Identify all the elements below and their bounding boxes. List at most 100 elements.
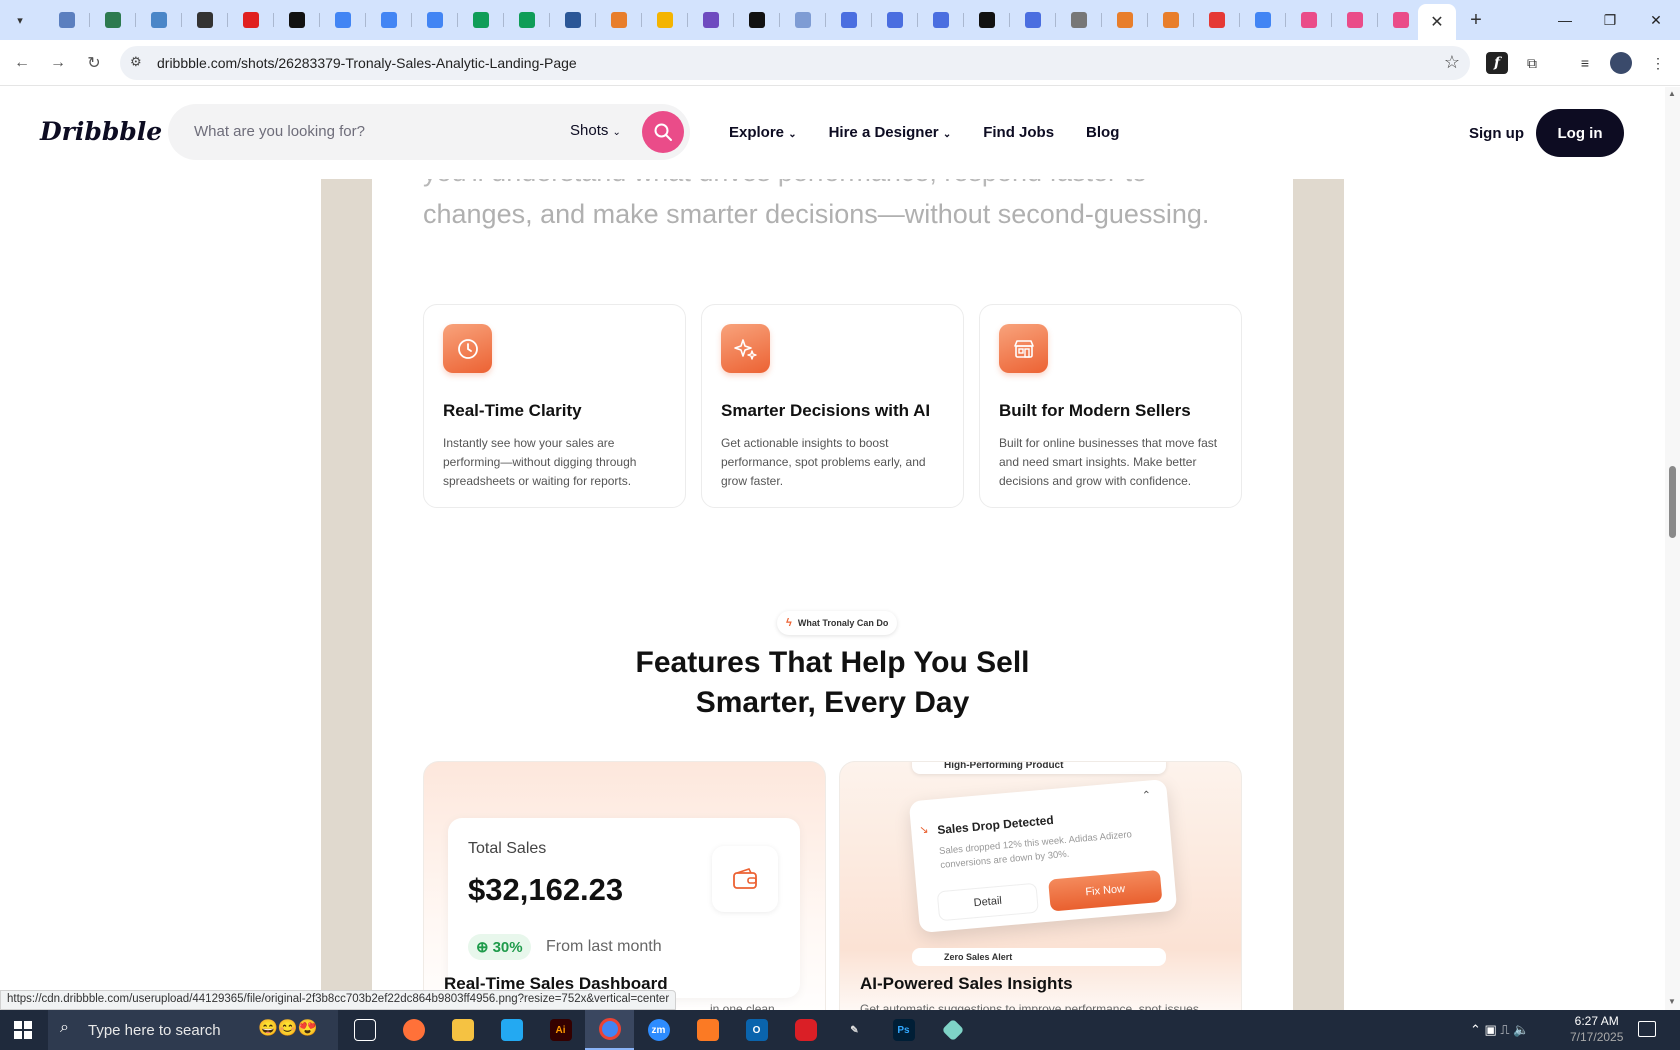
chrome-icon[interactable] [585, 1010, 634, 1050]
nav-explore[interactable]: Explore ⌄ [729, 124, 797, 141]
windows-start-icon[interactable] [14, 1021, 32, 1039]
sales-drop-alert: ⌃ ↘ Sales Drop Detected Sales dropped 12… [908, 779, 1178, 933]
browser-tab[interactable] [872, 8, 918, 32]
photoshop-icon[interactable]: Ps [879, 1010, 928, 1050]
scroll-down-icon[interactable]: ▼ [1668, 997, 1676, 1006]
app-diamond-icon[interactable] [928, 1010, 977, 1050]
browser-tab[interactable] [366, 8, 412, 32]
section-pill-label: What Tronaly Can Do [797, 618, 889, 628]
search-button[interactable] [642, 111, 684, 153]
log-in-button[interactable]: Log in [1536, 109, 1624, 157]
nav-explore-label: Explore [729, 124, 785, 141]
back-icon[interactable]: ← [11, 52, 33, 74]
xampp-icon[interactable] [683, 1010, 732, 1050]
kebab-menu-icon[interactable]: ⋮ [1647, 52, 1669, 74]
browser-tab[interactable] [1056, 8, 1102, 32]
outlook-icon[interactable]: O [732, 1010, 781, 1050]
features-heading: Features That Help You Sell Smarter, Eve… [372, 643, 1293, 723]
firefox-icon[interactable] [389, 1010, 438, 1050]
browser-tab[interactable] [136, 8, 182, 32]
clock[interactable]: 6:27 AM 7/17/2025 [1570, 1013, 1623, 1045]
media-controls-icon[interactable]: ≡ [1574, 52, 1596, 74]
tab-list [44, 8, 1424, 32]
scroll-up-icon[interactable]: ▲ [1668, 89, 1676, 98]
zoom-icon[interactable]: zm [634, 1010, 683, 1050]
feature-desc: Get automatic suggestions to improve per… [860, 1002, 1199, 1010]
browser-tab[interactable] [274, 8, 320, 32]
page-scrollbar[interactable]: ▲ ▼ [1665, 87, 1680, 1010]
restore-button[interactable]: ❐ [1590, 8, 1630, 32]
nav-find-jobs[interactable]: Find Jobs [983, 124, 1054, 141]
tab-search-button[interactable]: ▾ [8, 8, 32, 32]
tab-favicon-icon [289, 12, 305, 28]
browser-tab[interactable] [320, 8, 366, 32]
shot-image: you'll understand what drives performanc… [321, 179, 1344, 1010]
dribbble-logo[interactable]: Dribbble [40, 117, 162, 146]
nav-hire-designer[interactable]: Hire a Designer ⌄ [829, 124, 952, 141]
sign-up-link[interactable]: Sign up [1469, 125, 1524, 142]
bookmark-star-icon[interactable]: ☆ [1444, 52, 1460, 73]
browser-tab[interactable] [1010, 8, 1056, 32]
search-input[interactable]: What are you looking for? [194, 123, 365, 140]
file-explorer-icon[interactable] [438, 1010, 487, 1050]
total-sales-value: $32,162.23 [468, 872, 624, 907]
alert-detail-button: Detail [936, 882, 1039, 922]
main-nav: Explore ⌄ Hire a Designer ⌄ Find Jobs Bl… [729, 124, 1151, 141]
scrollbar-thumb[interactable] [1669, 466, 1676, 538]
taskbar-search[interactable]: ⌕ Type here to search 😄😊😍 [48, 1010, 338, 1050]
browser-tab[interactable] [182, 8, 228, 32]
browser-tab[interactable] [1240, 8, 1286, 32]
pen-tool-icon[interactable]: ✎ [830, 1010, 879, 1050]
browser-tab[interactable] [550, 8, 596, 32]
browser-tab[interactable] [918, 8, 964, 32]
site-info-icon[interactable]: ⚙ [130, 54, 142, 70]
browser-tab[interactable] [504, 8, 550, 32]
chevron-down-icon: ⌄ [788, 129, 797, 140]
task-view-icon[interactable] [340, 1010, 389, 1050]
browser-tab[interactable] [642, 8, 688, 32]
vscode-icon[interactable] [487, 1010, 536, 1050]
taskbar-apps: Ai zm O ✎ Ps [340, 1010, 977, 1050]
browser-tab[interactable] [826, 8, 872, 32]
browser-tab[interactable] [1332, 8, 1378, 32]
illustrator-icon[interactable]: Ai [536, 1010, 585, 1050]
tab-favicon-icon [887, 12, 903, 28]
browser-tab[interactable] [734, 8, 780, 32]
new-tab-button[interactable]: + [1464, 8, 1488, 32]
emoji-icon: 😄😊😍 [258, 1020, 318, 1037]
browser-tab[interactable] [228, 8, 274, 32]
browser-tab[interactable] [1102, 8, 1148, 32]
forward-icon[interactable]: → [47, 52, 69, 74]
reload-icon[interactable]: ↻ [83, 52, 105, 74]
feature-desc: in one clean [710, 1002, 775, 1010]
extensions-puzzle-icon[interactable]: ⧉ [1521, 52, 1543, 74]
browser-tab[interactable] [1148, 8, 1194, 32]
tab-favicon-icon [427, 12, 443, 28]
browser-tab[interactable] [458, 8, 504, 32]
tab-favicon-icon [381, 12, 397, 28]
url-text[interactable]: dribbble.com/shots/26283379-Tronaly-Sale… [157, 55, 577, 71]
bolt-icon: ϟ [786, 617, 792, 629]
notification-icon[interactable] [1638, 1021, 1656, 1037]
creative-cloud-icon[interactable] [781, 1010, 830, 1050]
nav-blog[interactable]: Blog [1086, 124, 1119, 141]
browser-tab[interactable] [688, 8, 734, 32]
close-window-button[interactable]: ✕ [1636, 8, 1676, 32]
browser-tab[interactable] [780, 8, 826, 32]
avatar[interactable] [1610, 52, 1632, 74]
browser-tab[interactable] [44, 8, 90, 32]
system-tray[interactable]: ⌃ ▣ ⎍ 🔈 [1470, 1022, 1529, 1038]
tab-favicon-icon [933, 12, 949, 28]
extension-f-icon[interactable]: f [1486, 52, 1508, 74]
browser-tab[interactable] [412, 8, 458, 32]
benefit-card: Smarter Decisions with AI Get actionable… [701, 304, 964, 508]
browser-tab[interactable] [964, 8, 1010, 32]
browser-tab[interactable] [90, 8, 136, 32]
active-tab-close-button[interactable]: ✕ [1418, 4, 1456, 40]
browser-tab[interactable] [1286, 8, 1332, 32]
minimize-button[interactable]: — [1545, 8, 1585, 32]
browser-tab[interactable] [1194, 8, 1240, 32]
browser-tab[interactable] [596, 8, 642, 32]
search-scope-dropdown[interactable]: Shots ⌄ [570, 122, 621, 139]
omnibox[interactable]: ⚙ dribbble.com/shots/26283379-Tronaly-Sa… [120, 46, 1470, 80]
